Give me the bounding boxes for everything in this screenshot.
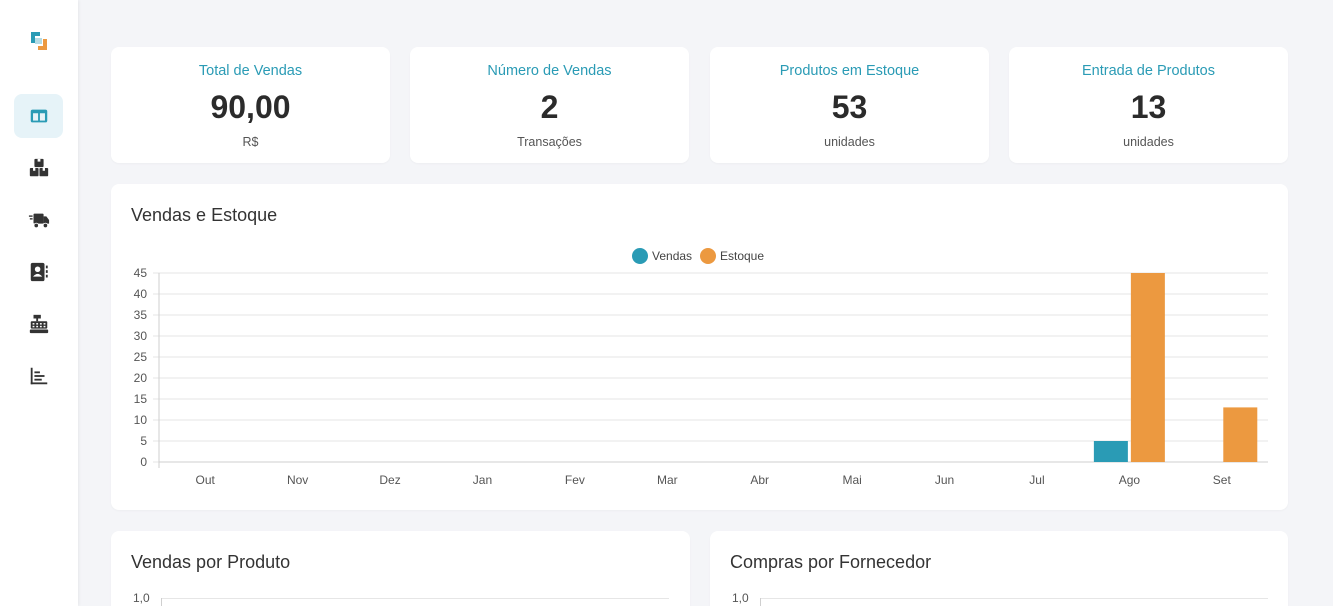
sales-stock-chart: 0 5 10 15 20 25 30 35 40 45 Out Nov Dez Jan Fev Mar Abr M… bbox=[134, 248, 1268, 487]
cash-register-icon bbox=[29, 314, 48, 334]
y-tick-label: 35 bbox=[134, 308, 148, 322]
x-tick-label: Mar bbox=[657, 473, 678, 487]
kpi-card-total-sales: Total de Vendas 90,00 R$ bbox=[111, 47, 390, 163]
grid-line bbox=[161, 598, 669, 599]
kpi-unit: unidades bbox=[824, 135, 875, 149]
bar-estoque bbox=[1130, 273, 1165, 462]
x-tick-label: Jan bbox=[473, 473, 492, 487]
kpi-value: 53 bbox=[831, 89, 868, 125]
y-tick-label: 40 bbox=[134, 287, 148, 301]
y-tick-label: 25 bbox=[134, 350, 148, 364]
kpi-value: 2 bbox=[540, 89, 559, 125]
x-tick-label: Ago bbox=[1119, 473, 1141, 487]
x-tick-label: Fev bbox=[565, 473, 585, 487]
kpi-card-stock: Produtos em Estoque 53 unidades bbox=[710, 47, 989, 163]
nav-item-cashier[interactable] bbox=[14, 302, 63, 346]
purchases-by-supplier-card: Compras por Fornecedor 1,0 bbox=[710, 531, 1288, 606]
kpi-title: Entrada de Produtos bbox=[1081, 63, 1215, 79]
y-tick-label: 30 bbox=[134, 329, 148, 343]
bar-estoque bbox=[1223, 407, 1258, 462]
y-tick-label: 20 bbox=[134, 371, 148, 385]
legend-label: Vendas bbox=[652, 249, 692, 263]
legend-label: Estoque bbox=[720, 249, 764, 263]
kpi-value: 13 bbox=[1130, 89, 1167, 125]
card-title: Compras por Fornecedor bbox=[730, 552, 932, 572]
y-tick-label: 15 bbox=[134, 392, 148, 406]
app-logo[interactable] bbox=[27, 29, 51, 53]
kpi-card-product-entries: Entrada de Produtos 13 unidades bbox=[1009, 47, 1288, 163]
x-tick-label: Set bbox=[1213, 473, 1232, 487]
y-axis-line bbox=[161, 598, 162, 606]
y-tick-label: 5 bbox=[140, 434, 147, 448]
x-tick-label: Out bbox=[196, 473, 216, 487]
y-tick-label: 1,0 bbox=[732, 591, 749, 605]
nav-item-deliveries[interactable] bbox=[14, 198, 63, 242]
truck-icon bbox=[28, 213, 49, 229]
card-title: Vendas por Produto bbox=[131, 552, 291, 572]
dashboard-icon bbox=[30, 109, 47, 123]
kpi-unit: unidades bbox=[1123, 135, 1174, 149]
x-tick-label: Nov bbox=[287, 473, 308, 487]
nav-item-products[interactable] bbox=[14, 146, 63, 190]
kpi-value: 90,00 bbox=[210, 89, 291, 125]
kpi-unit: R$ bbox=[242, 135, 259, 149]
bar-chart-icon bbox=[30, 367, 47, 385]
nav-item-dashboard[interactable] bbox=[14, 94, 63, 138]
bar-vendas bbox=[1093, 441, 1128, 462]
x-tick-label: Jul bbox=[1029, 473, 1044, 487]
sales-stock-chart-card: Vendas e Estoque 0 5 10 15 20 25 30 35 40 45 Out No… bbox=[111, 184, 1288, 510]
y-axis-line bbox=[760, 598, 761, 606]
nav-item-reports[interactable] bbox=[14, 354, 63, 398]
x-tick-label: Abr bbox=[750, 473, 769, 487]
kpi-title: Total de Vendas bbox=[198, 63, 303, 79]
y-tick-label: 45 bbox=[134, 266, 148, 280]
y-tick-label: 0 bbox=[140, 455, 147, 469]
y-tick-label: 10 bbox=[134, 413, 148, 427]
kpi-card-sales-count: Número de Vendas 2 Transações bbox=[410, 47, 689, 163]
x-tick-label: Mai bbox=[842, 473, 861, 487]
x-tick-label: Dez bbox=[379, 473, 400, 487]
kpi-unit: Transações bbox=[517, 135, 582, 149]
contacts-icon bbox=[30, 262, 48, 282]
boxes-icon bbox=[29, 158, 48, 177]
sidebar bbox=[0, 0, 78, 606]
nav-item-contacts[interactable] bbox=[14, 250, 63, 294]
x-tick-label: Jun bbox=[935, 473, 954, 487]
y-tick-label: 1,0 bbox=[133, 591, 150, 605]
grid-line bbox=[760, 598, 1268, 599]
legend-marker-estoque bbox=[700, 248, 716, 264]
legend-marker-vendas bbox=[632, 248, 648, 264]
kpi-title: Produtos em Estoque bbox=[779, 63, 920, 79]
kpi-title: Número de Vendas bbox=[487, 63, 612, 79]
sales-by-product-card: Vendas por Produto 1,0 bbox=[111, 531, 690, 606]
